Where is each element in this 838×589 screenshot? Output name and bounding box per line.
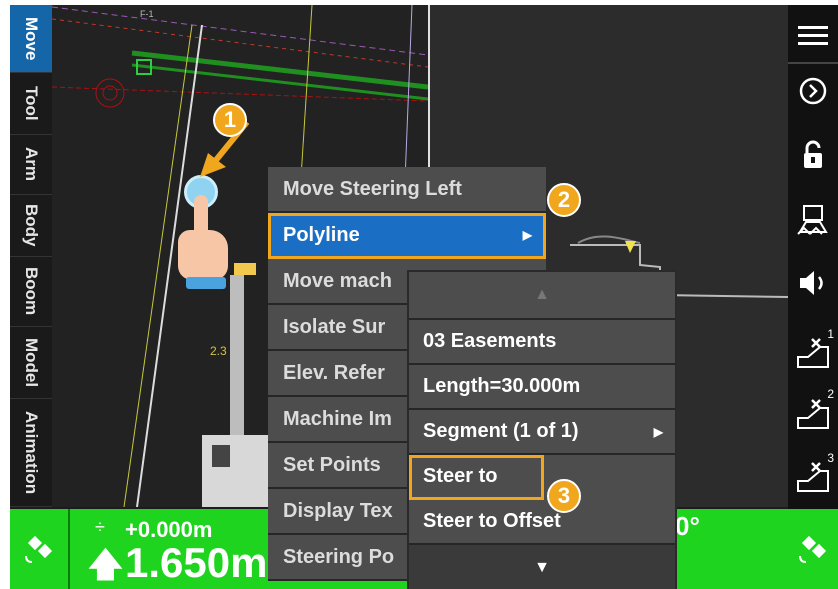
app-window: Move Tool Arm Body Boom Model Animation …	[10, 5, 838, 589]
right-toolbar: 1 2 3	[788, 5, 838, 589]
grid-label: F-1	[140, 9, 154, 19]
angle-value: 0°	[675, 511, 700, 541]
tab-tool[interactable]: Tool	[10, 73, 52, 135]
elevation-value: 1.650m	[125, 539, 268, 586]
tab-arm[interactable]: Arm	[10, 135, 52, 195]
design-2-icon[interactable]: 2	[788, 383, 838, 443]
machine-icon[interactable]	[788, 191, 838, 247]
submenu-arrow-icon: ▶	[653, 424, 663, 439]
up-arrow-icon: 🡅	[88, 546, 123, 584]
dimension-label: 2.3	[210, 344, 227, 358]
menu-item-move-steering-left[interactable]: Move Steering Left	[268, 167, 546, 213]
design-1-icon[interactable]: 1	[788, 323, 838, 381]
menu-icon[interactable]	[788, 10, 838, 64]
gps-icon[interactable]	[788, 509, 838, 589]
polyline-submenu: ▲ 03 Easements Length=30.000m Segment (1…	[407, 270, 677, 589]
tab-model[interactable]: Model	[10, 327, 52, 399]
tab-move[interactable]: Move	[10, 5, 52, 73]
step-badge-1: 1	[213, 103, 247, 137]
submenu-item-steer-to-offset[interactable]: Steer to Offset	[409, 500, 675, 545]
submenu-arrow-icon: ▶	[522, 228, 532, 242]
tab-animation[interactable]: Animation	[10, 399, 52, 507]
submenu-item-length: Length=30.000m	[409, 365, 675, 410]
tab-boom[interactable]: Boom	[10, 257, 52, 327]
submenu-item-segment[interactable]: Segment (1 of 1) ▶	[409, 410, 675, 455]
menu-item-polyline[interactable]: Polyline ▶	[268, 213, 546, 259]
lock-icon[interactable]	[788, 129, 838, 181]
elevation-panel: ÷ +0.000m 🡅 1.650m	[70, 509, 270, 589]
gps-status-icon[interactable]	[10, 509, 70, 589]
submenu-item-easements[interactable]: 03 Easements	[409, 320, 675, 365]
speaker-icon[interactable]	[788, 255, 838, 311]
scroll-down-icon[interactable]: ▼	[409, 545, 675, 589]
tab-body[interactable]: Body	[10, 195, 52, 257]
cut-fill-icon: ÷	[95, 517, 105, 537]
design-3-icon[interactable]: 3	[788, 447, 838, 505]
next-icon[interactable]	[788, 65, 838, 117]
view-tabs: Move Tool Arm Body Boom Model Animation	[10, 5, 52, 507]
step-badge-2: 2	[547, 183, 581, 217]
step-badge-3: 3	[547, 479, 581, 513]
scroll-up-icon[interactable]: ▲	[409, 272, 675, 320]
submenu-item-steer-to[interactable]: Steer to	[409, 455, 544, 500]
